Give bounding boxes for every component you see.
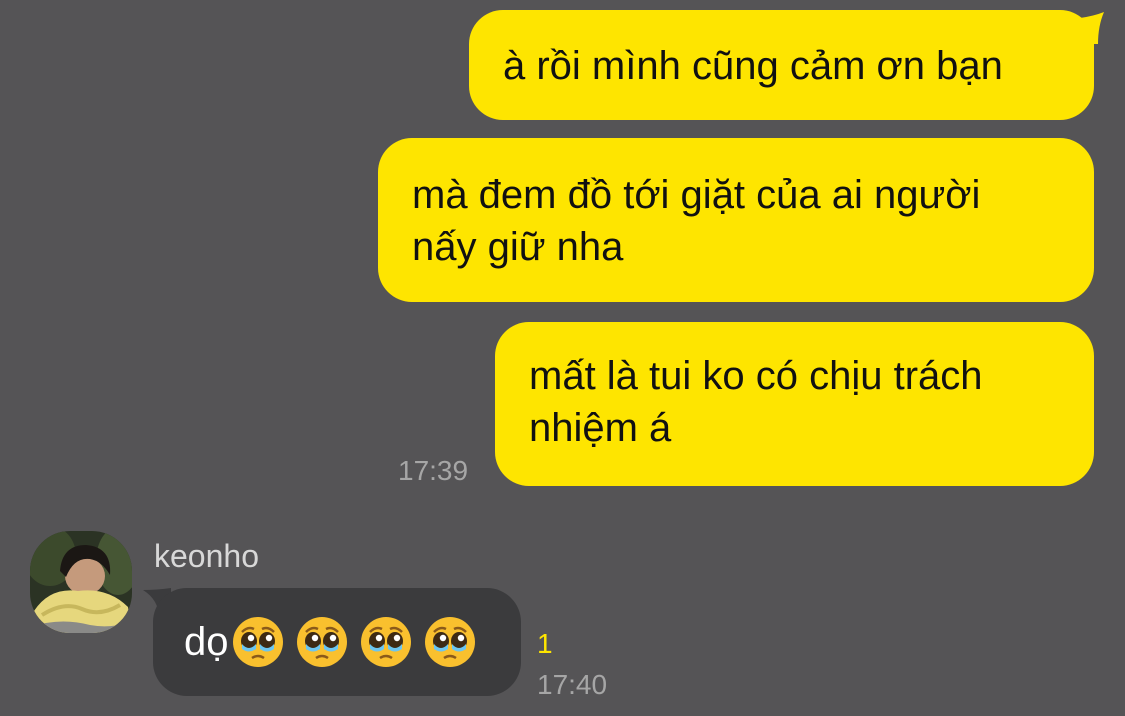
message-text: dọ <box>184 620 229 664</box>
pleading-face-emoji-icon <box>360 617 411 667</box>
outgoing-message-bubble[interactable]: mất là tui ko có chịu trách nhiệm á <box>495 322 1094 486</box>
incoming-message-bubble[interactable]: dọ <box>153 588 521 696</box>
profile-photo-icon <box>30 531 132 633</box>
message-text-line: mất là tui ko có chịu trách <box>529 354 983 398</box>
message-text-line: nhiệm á <box>529 406 672 450</box>
message-timestamp: 17:40 <box>537 669 608 700</box>
sender-name: keonho <box>154 538 259 574</box>
pleading-face-emoji-icon <box>232 617 283 667</box>
outgoing-message-bubble[interactable]: à rồi mình cũng cảm ơn bạn <box>469 10 1094 120</box>
pleading-face-emoji-icon <box>296 617 347 667</box>
message-timestamp: 17:39 <box>398 455 469 486</box>
message-text-line: nấy giữ nha <box>412 225 624 269</box>
message-text-line: mà đem đồ tới giặt của ai người <box>412 173 981 217</box>
unread-count: 1 <box>537 628 553 659</box>
pleading-face-emoji-icon <box>424 617 475 667</box>
outgoing-message-bubble[interactable]: mà đem đồ tới giặt của ai người nấy giữ … <box>378 138 1094 302</box>
sender-avatar[interactable] <box>30 531 132 633</box>
message-text: à rồi mình cũng cảm ơn bạn <box>503 44 1003 88</box>
